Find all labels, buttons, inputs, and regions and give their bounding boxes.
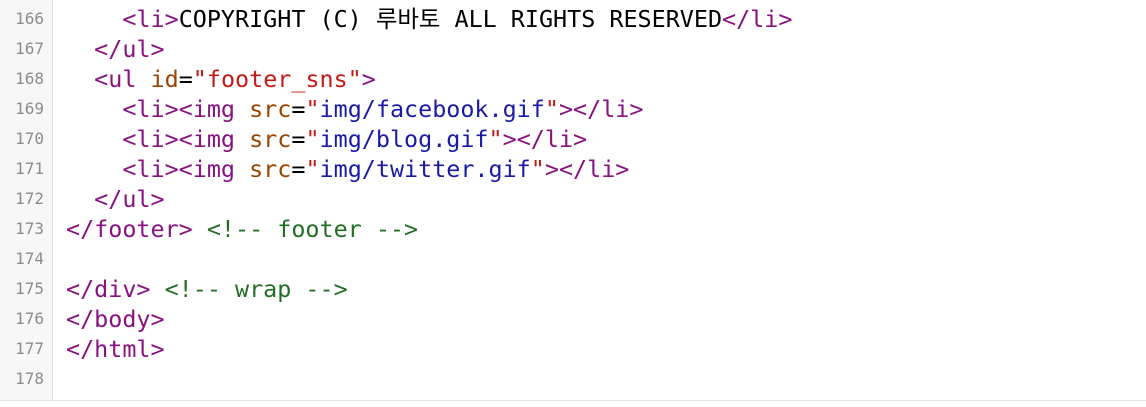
code-text: <ul id="footer_sns"> [66,64,376,94]
token-str: " [544,95,559,123]
token-attr: src [249,95,292,123]
code-line[interactable]: 178 [0,364,1146,394]
token-tag: </ul> [94,35,165,63]
token-tag: <ul [94,65,151,93]
token-tag: ></li> [558,95,644,123]
code-text: <li><img src="img/facebook.gif"></li> [66,94,643,124]
line-number: 171 [15,159,44,178]
token-str: " [530,155,545,183]
code-line[interactable]: 176 </body> [0,304,1146,334]
token-txt: = [291,125,306,153]
code-line[interactable]: 169 <li><img src="img/facebook.gif"></li… [0,94,1146,124]
code-text: </div> <!-- wrap --> [66,274,348,304]
token-tag: <li><img [122,155,250,183]
code-text: </html> [66,334,165,364]
line-number: 167 [15,39,44,58]
line-number: 174 [15,249,44,268]
token-str: "footer_sns" [192,65,362,93]
token-tag: <li><img [122,125,250,153]
token-tag: > [361,65,376,93]
token-str: " [305,125,320,153]
token-txt: = [291,155,306,183]
code-line[interactable]: 174 [0,244,1146,274]
token-val: img/facebook.gif [319,95,545,123]
line-number: 172 [15,189,44,208]
token-tag: ></li> [544,155,630,183]
token-tag: </html> [66,335,165,363]
token-attr: src [249,155,292,183]
line-number: 169 [15,99,44,118]
code-line[interactable]: 173 </footer> <!-- footer --> [0,214,1146,244]
line-number: 170 [15,129,44,148]
line-number: 173 [15,219,44,238]
code-text: <li><img src="img/blog.gif"></li> [66,124,587,154]
token-val: img/twitter.gif [319,155,531,183]
token-str: " [305,95,320,123]
code-line[interactable]: 166 <li>COPYRIGHT (C) 루바토 ALL RIGHTS RES… [0,4,1146,34]
token-tag: <li><img [122,95,250,123]
token-txt: COPYRIGHT (C) 루바토 ALL RIGHTS RESERVED [178,5,723,33]
token-tag: </ul> [94,185,165,213]
token-txt: = [178,65,193,93]
token-tag: ></li> [502,125,588,153]
line-number: 177 [15,339,44,358]
code-line[interactable]: 172 </ul> [0,184,1146,214]
token-str: " [305,155,320,183]
token-txt: = [291,95,306,123]
line-number: 178 [15,369,44,388]
code-text: </ul> [66,184,165,214]
token-attr: id [150,65,179,93]
code-text: <li>COPYRIGHT (C) 루바토 ALL RIGHTS RESERVE… [66,4,792,34]
token-tag: </div> [66,275,151,303]
token-cmt: <!-- footer --> [206,215,419,243]
code-text: </footer> <!-- footer --> [66,214,418,244]
code-line[interactable]: 175 </div> <!-- wrap --> [0,274,1146,304]
code-line[interactable]: 167 </ul> [0,34,1146,64]
token-cmt: <!-- wrap --> [164,275,348,303]
token-tag: </li> [722,5,793,33]
code-line[interactable]: 171 <li><img src="img/twitter.gif"></li> [0,154,1146,184]
code-editor[interactable]: 166 <li>COPYRIGHT (C) 루바토 ALL RIGHTS RES… [0,0,1146,407]
line-number: 176 [15,309,44,328]
line-number: 168 [15,69,44,88]
code-line[interactable]: 170 <li><img src="img/blog.gif"></li> [0,124,1146,154]
token-attr: src [249,125,292,153]
code-line[interactable]: 177 </html> [0,334,1146,364]
token-tag: <li> [122,5,179,33]
token-val: img/blog.gif [319,125,489,153]
token-str: " [488,125,503,153]
token-tag: </footer> [66,215,193,243]
code-text: </body> [66,304,165,334]
line-number: 175 [15,279,44,298]
code-line[interactable]: 168 <ul id="footer_sns"> [0,64,1146,94]
line-number: 166 [15,9,44,28]
code-text: <li><img src="img/twitter.gif"></li> [66,154,629,184]
token-tag: </body> [66,305,165,333]
code-text: </ul> [66,34,165,64]
